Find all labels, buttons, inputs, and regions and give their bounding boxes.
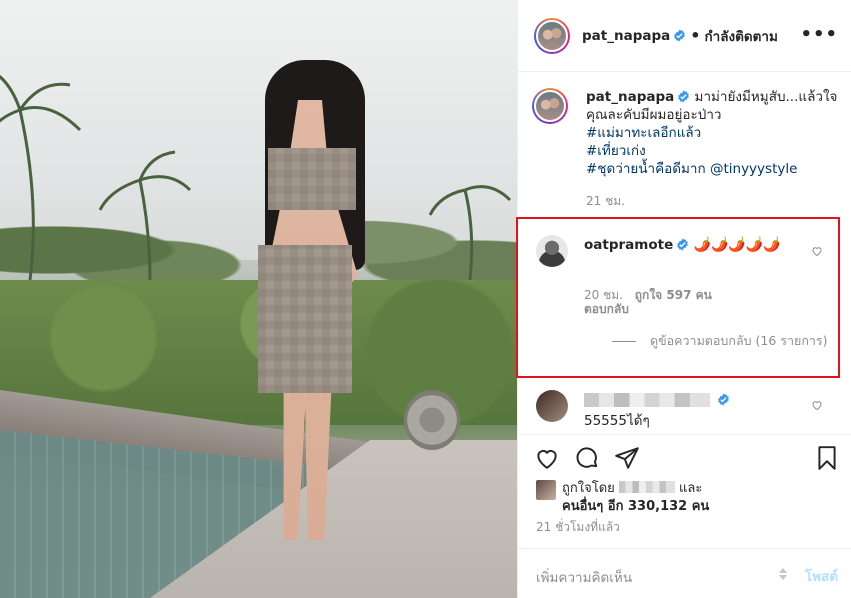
instagram-post-view: pat_napapa • กำลังติดตาม ••• pat_napapa …	[0, 0, 851, 598]
bookmark-icon[interactable]	[814, 445, 840, 471]
follow-status-button[interactable]: กำลังติดตาม	[704, 25, 777, 47]
and-label: และ	[679, 481, 703, 496]
verified-icon	[674, 29, 686, 42]
separator-dot: •	[690, 26, 701, 45]
liked-by-label: ถูกใจโดย	[562, 481, 615, 496]
pixelated-username	[584, 393, 710, 407]
share-icon[interactable]	[614, 445, 640, 471]
highlight-box	[516, 217, 840, 378]
post-timestamp: 21 ชั่วโมงที่แล้ว	[536, 520, 620, 534]
likes-summary: ถูกใจโดย และ คนอื่นๆ อีก 330,132 คน	[562, 480, 709, 516]
stone-ornament	[404, 390, 460, 450]
header-username[interactable]: pat_napapa	[582, 28, 670, 44]
pixelated-top	[268, 148, 356, 210]
hashtag-link[interactable]: #แม่มาทะเลอีกแล้ว	[586, 124, 842, 142]
add-comment-bar: เพิ่มความคิดเห็น โพสต์	[518, 548, 851, 598]
comment-icon[interactable]	[574, 445, 600, 471]
action-bar	[518, 445, 851, 479]
pixelated-bottom	[258, 245, 352, 393]
divider	[518, 434, 851, 435]
verified-icon	[718, 393, 729, 406]
palm-trees	[0, 74, 512, 280]
post-button[interactable]: โพสต์	[805, 565, 838, 587]
more-options-icon[interactable]: •••	[800, 24, 838, 45]
second-comment-text: 55555ได้ๆ	[584, 413, 650, 429]
caption-block: pat_napapa มาม่ายังมีหมูสับ...แล้วใจคุณล…	[532, 88, 842, 211]
hashtag-link[interactable]: #ชุดว่ายน้ำคือดีมาก @tinyyystyle	[586, 160, 842, 178]
caption-timestamp: 21 ชม.	[586, 194, 625, 208]
caption-text-block: pat_napapa มาม่ายังมีหมูสับ...แล้วใจคุณล…	[586, 88, 842, 178]
avatar[interactable]	[534, 17, 570, 54]
hashtag-link[interactable]: #เที่ยวเก่ง	[586, 142, 842, 160]
verified-icon	[678, 90, 690, 103]
heart-icon[interactable]	[534, 445, 560, 471]
post-header: pat_napapa • กำลังติดตาม •••	[518, 0, 851, 72]
caption-avatar[interactable]	[532, 88, 568, 124]
liker-avatar[interactable]	[536, 480, 556, 500]
others-count-link[interactable]: คนอื่นๆ อีก 330,132 คน	[562, 499, 709, 514]
caption-username[interactable]: pat_napapa	[586, 89, 674, 105]
post-photo[interactable]	[0, 0, 517, 598]
like-comment-heart-icon[interactable]	[811, 399, 823, 411]
emoji-icon[interactable]	[778, 567, 788, 581]
comment-input[interactable]: เพิ่มความคิดเห็น	[536, 566, 632, 588]
pixelated-liker	[618, 481, 675, 493]
comment-avatar[interactable]	[536, 390, 568, 422]
